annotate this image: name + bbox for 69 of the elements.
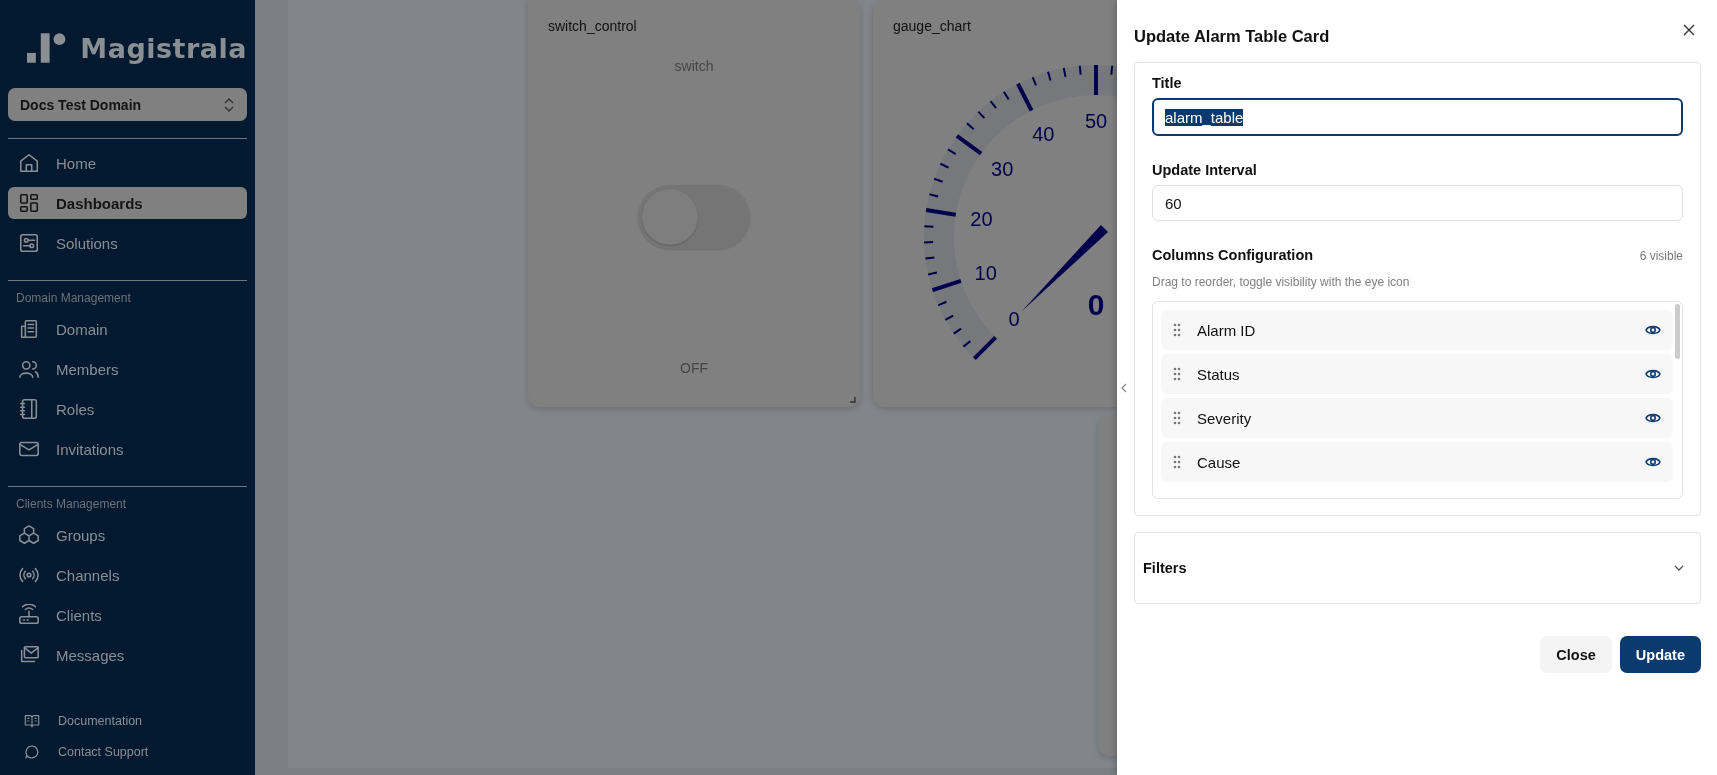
resize-handle-icon[interactable] xyxy=(850,397,856,403)
toggle-switch[interactable] xyxy=(638,185,750,249)
gauge-tick-label: 10 xyxy=(974,261,997,284)
column-item[interactable]: Cause xyxy=(1161,442,1673,482)
eye-icon[interactable] xyxy=(1645,368,1661,380)
gauge-value: 0 xyxy=(1087,288,1105,321)
chat-bubble-icon xyxy=(24,744,40,760)
eye-icon[interactable] xyxy=(1645,324,1661,336)
filters-accordion[interactable]: Filters xyxy=(1134,532,1701,604)
update-button[interactable]: Update xyxy=(1619,636,1701,673)
gauge-tick-label: 30 xyxy=(991,157,1014,180)
switch-label: switch xyxy=(674,58,714,74)
section-heading: Clients Management xyxy=(15,496,128,513)
nav-item[interactable]: Groups xyxy=(8,519,247,551)
dashboard-grid-icon xyxy=(18,192,40,214)
drag-handle-icon[interactable] xyxy=(1173,367,1181,381)
field-label: Title xyxy=(1152,75,1183,91)
close-icon[interactable] xyxy=(1683,24,1695,36)
chevron-left-icon[interactable] xyxy=(1121,383,1127,393)
hint-text: Drag to reorder, toggle visibility with the eye icon xyxy=(1152,275,1411,289)
gauge-tick-label: 0 xyxy=(1008,308,1020,330)
drag-handle-icon[interactable] xyxy=(1173,323,1181,337)
users-icon xyxy=(18,358,40,380)
eye-icon[interactable] xyxy=(1645,456,1661,468)
nav-item[interactable]: Clients xyxy=(8,599,247,631)
nav-item[interactable]: Domain xyxy=(8,313,247,345)
text-field[interactable]: 60 xyxy=(1152,185,1683,221)
drag-handle-icon[interactable] xyxy=(1173,411,1181,425)
nav-item[interactable]: Invitations xyxy=(8,433,247,465)
visible-count: 6 visible xyxy=(1639,249,1683,263)
gauge-tick-label: 50 xyxy=(1084,110,1108,132)
nav-item[interactable]: Solutions xyxy=(8,227,247,259)
nav-item[interactable]: Channels xyxy=(8,559,247,591)
nav-item[interactable]: Members xyxy=(8,353,247,385)
field-label: Update Interval xyxy=(1152,162,1258,178)
nav-item[interactable]: Messages xyxy=(8,639,247,671)
building-icon xyxy=(18,318,40,340)
chevron-up-down-icon xyxy=(223,96,235,113)
switch-state: OFF xyxy=(680,360,708,376)
home-icon xyxy=(18,152,40,174)
card-title: switch_control xyxy=(547,17,638,34)
section-title: Columns Configuration xyxy=(1152,247,1314,263)
domain-selector[interactable]: Docs Test Domain xyxy=(8,88,247,121)
column-item[interactable]: Status xyxy=(1161,354,1673,394)
eye-icon[interactable] xyxy=(1645,412,1661,424)
column-item[interactable]: Alarm ID xyxy=(1161,310,1673,350)
gauge-tick-label: 40 xyxy=(1032,122,1055,145)
section-heading: Domain Management xyxy=(15,290,132,307)
text-field[interactable]: alarm_table xyxy=(1152,98,1683,136)
close-button[interactable]: Close xyxy=(1540,636,1612,673)
scrollbar-thumb[interactable] xyxy=(1675,304,1680,359)
footer-link[interactable]: Documentation xyxy=(8,712,247,730)
router-icon xyxy=(18,604,40,626)
sliders-panel-icon xyxy=(18,232,40,254)
footer-link[interactable]: Contact Support xyxy=(8,743,247,761)
nav-item[interactable]: Roles xyxy=(8,393,247,425)
drag-handle-icon[interactable] xyxy=(1173,455,1181,469)
nav-item[interactable]: Dashboards xyxy=(8,187,247,219)
notebook-icon xyxy=(18,398,40,420)
nav-item[interactable]: Home xyxy=(8,147,247,179)
column-item[interactable]: Severity xyxy=(1161,398,1673,438)
brand-name: Magistrala xyxy=(80,32,247,64)
logo-icon xyxy=(27,33,67,63)
book-icon xyxy=(24,713,40,729)
drawer-title: Update Alarm Table Card xyxy=(1134,27,1330,46)
card-title: gauge_chart xyxy=(892,17,972,34)
chevron-down-icon xyxy=(1674,565,1684,571)
gauge-tick-label: 20 xyxy=(970,207,993,230)
cubes-icon xyxy=(18,524,40,546)
